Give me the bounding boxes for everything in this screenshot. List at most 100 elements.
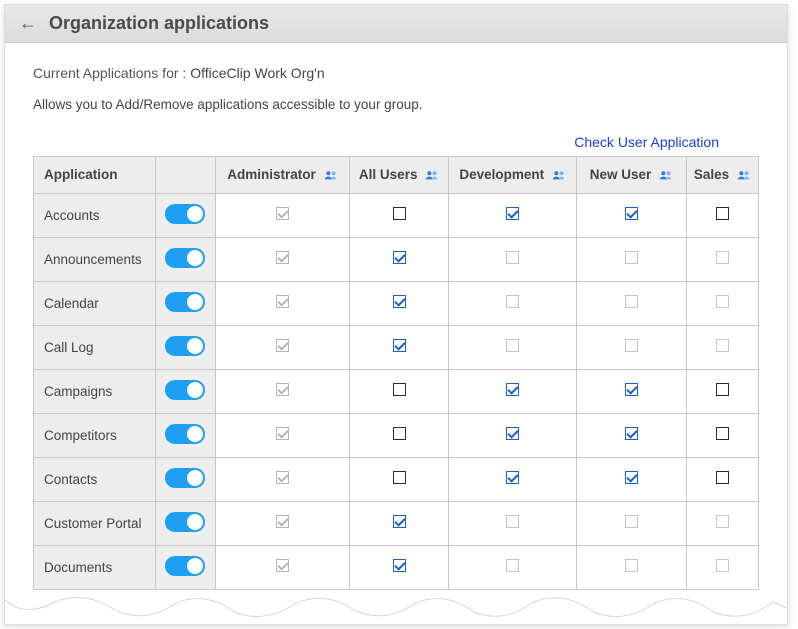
permission-checkbox[interactable] (625, 339, 638, 352)
app-enabled-toggle[interactable] (165, 204, 205, 224)
current-applications-for: Current Applications for : OfficeClip Wo… (33, 65, 759, 81)
permission-checkbox[interactable] (716, 515, 729, 528)
permission-checkbox[interactable] (276, 471, 289, 484)
permission-checkbox[interactable] (716, 207, 729, 220)
permission-cell-sales (686, 325, 758, 369)
permission-checkbox[interactable] (625, 559, 638, 572)
table-row: Call Log (34, 325, 759, 369)
permission-checkbox[interactable] (276, 339, 289, 352)
permission-cell-all (350, 325, 449, 369)
permission-checkbox[interactable] (393, 295, 406, 308)
toggle-cell (155, 457, 215, 501)
permission-checkbox[interactable] (393, 427, 406, 440)
col-development-label: Development (459, 167, 544, 182)
permission-checkbox[interactable] (625, 515, 638, 528)
check-user-application-link[interactable]: Check User Application (574, 134, 719, 150)
users-icon (324, 168, 338, 183)
permission-checkbox[interactable] (716, 427, 729, 440)
permission-checkbox[interactable] (276, 427, 289, 440)
table-row: Customer Portal (34, 501, 759, 545)
permission-checkbox[interactable] (393, 559, 406, 572)
permission-checkbox[interactable] (716, 295, 729, 308)
app-enabled-toggle[interactable] (165, 380, 205, 400)
permission-checkbox[interactable] (506, 251, 519, 264)
app-enabled-toggle[interactable] (165, 336, 205, 356)
permission-checkbox[interactable] (506, 559, 519, 572)
permission-cell-new (577, 281, 686, 325)
permission-checkbox[interactable] (276, 295, 289, 308)
table-row: Announcements (34, 237, 759, 281)
permission-cell-new (577, 325, 686, 369)
permission-checkbox[interactable] (276, 559, 289, 572)
permission-checkbox[interactable] (625, 471, 638, 484)
col-sales-label: Sales (694, 167, 729, 182)
permission-cell-sales (686, 369, 758, 413)
app-enabled-toggle[interactable] (165, 468, 205, 488)
app-enabled-toggle[interactable] (165, 292, 205, 312)
permission-cell-admin (215, 457, 349, 501)
permission-checkbox[interactable] (506, 207, 519, 220)
permission-checkbox[interactable] (276, 251, 289, 264)
permission-cell-new (577, 501, 686, 545)
permission-checkbox[interactable] (393, 207, 406, 220)
torn-edge (5, 590, 787, 624)
permission-checkbox[interactable] (393, 251, 406, 264)
app-name-cell: Announcements (34, 237, 156, 281)
permission-cell-dev (449, 457, 577, 501)
permission-checkbox[interactable] (625, 207, 638, 220)
permission-checkbox[interactable] (393, 471, 406, 484)
permission-cell-dev (449, 369, 577, 413)
permission-cell-admin (215, 281, 349, 325)
col-administrator-label: Administrator (227, 167, 316, 182)
app-enabled-toggle[interactable] (165, 512, 205, 532)
permission-checkbox[interactable] (716, 559, 729, 572)
toggle-cell (155, 325, 215, 369)
permission-checkbox[interactable] (625, 251, 638, 264)
permission-checkbox[interactable] (716, 471, 729, 484)
permission-cell-sales (686, 501, 758, 545)
permission-checkbox[interactable] (716, 383, 729, 396)
app-enabled-toggle[interactable] (165, 248, 205, 268)
permission-checkbox[interactable] (716, 251, 729, 264)
permission-checkbox[interactable] (625, 427, 638, 440)
permission-checkbox[interactable] (506, 427, 519, 440)
app-enabled-toggle[interactable] (165, 556, 205, 576)
permission-cell-sales (686, 193, 758, 237)
col-new-user: New User (577, 157, 686, 194)
users-icon (552, 168, 566, 183)
col-all-users-label: All Users (359, 167, 418, 182)
permission-cell-all (350, 413, 449, 457)
app-enabled-toggle[interactable] (165, 424, 205, 444)
link-row: Check User Application (33, 134, 759, 152)
permission-cell-admin (215, 193, 349, 237)
permission-checkbox[interactable] (625, 383, 638, 396)
toggle-cell (155, 369, 215, 413)
description: Allows you to Add/Remove applications ac… (33, 97, 759, 112)
permission-checkbox[interactable] (506, 383, 519, 396)
org-name: OfficeClip Work Org'n (190, 65, 324, 81)
permission-cell-all (350, 369, 449, 413)
col-toggle (155, 157, 215, 194)
permission-checkbox[interactable] (506, 471, 519, 484)
permission-checkbox[interactable] (393, 383, 406, 396)
permission-cell-admin (215, 413, 349, 457)
permission-checkbox[interactable] (393, 515, 406, 528)
permission-checkbox[interactable] (625, 295, 638, 308)
page-title: Organization applications (49, 13, 269, 34)
back-arrow-icon[interactable]: ← (19, 13, 37, 34)
permission-checkbox[interactable] (276, 383, 289, 396)
current-for-label: Current Applications for : (33, 65, 186, 81)
applications-table: Application Administrator All Users Deve… (33, 156, 759, 590)
permission-cell-admin (215, 369, 349, 413)
permission-checkbox[interactable] (716, 339, 729, 352)
permission-cell-new (577, 369, 686, 413)
permission-cell-admin (215, 501, 349, 545)
permission-checkbox[interactable] (506, 515, 519, 528)
permission-checkbox[interactable] (506, 339, 519, 352)
permission-checkbox[interactable] (393, 339, 406, 352)
permission-checkbox[interactable] (276, 515, 289, 528)
permission-checkbox[interactable] (506, 295, 519, 308)
permission-cell-new (577, 413, 686, 457)
permission-cell-sales (686, 237, 758, 281)
permission-checkbox[interactable] (276, 207, 289, 220)
